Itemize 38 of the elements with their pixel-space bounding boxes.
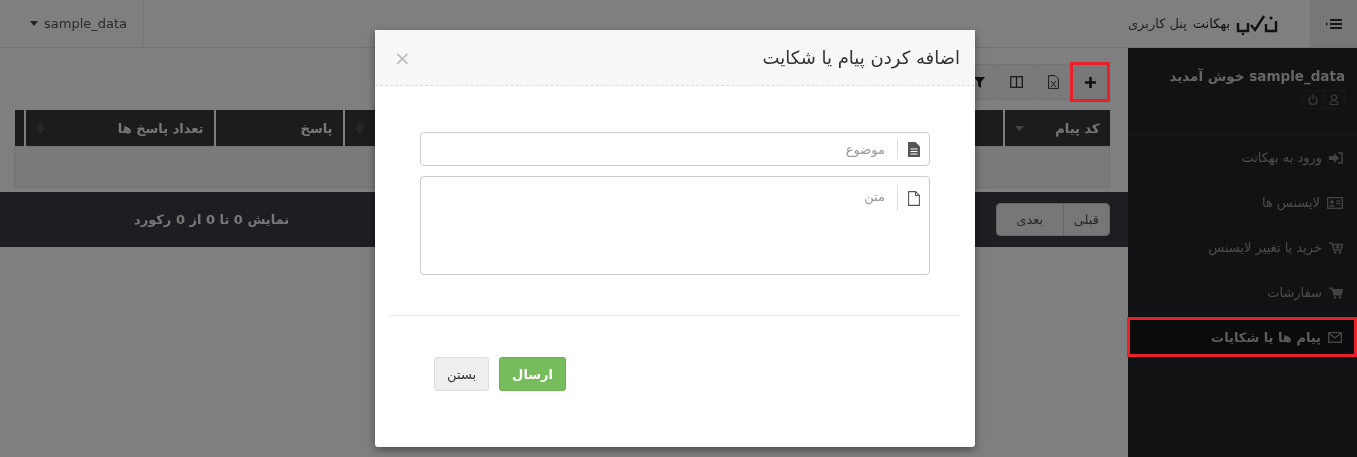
records-info: نمایش 0 تا 0 از 0 رکورد <box>134 212 290 227</box>
id-card-icon <box>1327 196 1343 209</box>
modal-title: اضافه کردن پیام یا شکایت <box>762 47 960 68</box>
input-field[interactable]: موضوع <box>420 132 930 166</box>
excel-file-icon <box>1047 75 1059 89</box>
highlight-frame <box>1070 62 1110 102</box>
brand-name: بهکانت <box>1192 16 1230 31</box>
close-button[interactable]: × <box>390 45 415 70</box>
plus-icon <box>1084 76 1096 88</box>
user-icon <box>1329 94 1339 105</box>
columns-icon <box>1009 76 1023 88</box>
text-area[interactable]: متن <box>420 176 930 275</box>
user-dropdown[interactable]: sample_data <box>0 0 145 47</box>
sidebar-item[interactable]: خرید یا تغییر لایسنس <box>1128 225 1357 270</box>
login-icon <box>1329 151 1343 164</box>
column-header: پاسخ <box>214 110 344 147</box>
sidebar-item[interactable]: سفارشات <box>1128 270 1357 315</box>
column-header <box>14 110 25 147</box>
column-header[interactable]: کد پیام <box>1003 110 1110 147</box>
envelope-icon <box>1328 331 1342 343</box>
menu-button[interactable] <box>1310 0 1357 47</box>
menu-icon <box>1324 17 1343 30</box>
cart-plus-icon <box>1329 241 1343 254</box>
pagination-button[interactable]: بعدی <box>996 204 1063 235</box>
sidebar-item[interactable]: پیام ها یا شکایات <box>1130 320 1354 354</box>
power-icon <box>1308 94 1318 105</box>
sort-down-icon <box>1014 125 1024 131</box>
cart-icon <box>1329 286 1343 299</box>
filter-icon <box>973 76 985 88</box>
welcome-text: sample_data خوش آمدید <box>1168 68 1345 84</box>
column-header[interactable]: تعداد پاسخ ها <box>24 110 215 147</box>
sidebar-item[interactable]: لایسنس ها <box>1128 180 1357 225</box>
panel-title: پنل کاربری <box>1127 16 1187 31</box>
pagination-button[interactable]: قبلی <box>1062 204 1109 235</box>
close-dialog-button[interactable]: بستن <box>434 357 490 391</box>
sidebar-item[interactable]: ورود به بهکانت <box>1128 135 1357 180</box>
send-button[interactable]: ارسال <box>499 357 566 391</box>
caret-icon <box>30 21 38 26</box>
